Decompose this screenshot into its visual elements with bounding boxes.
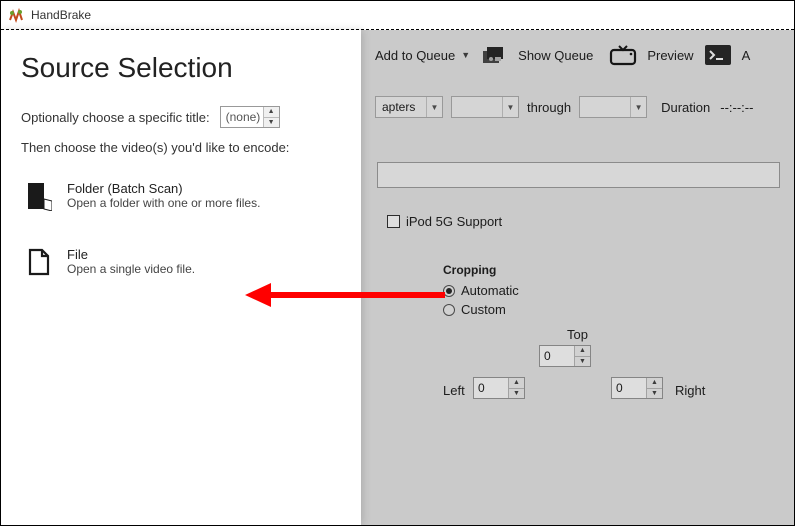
cropping-auto-radio[interactable] <box>443 285 455 297</box>
titlebar: HandBrake <box>1 1 794 29</box>
encode-hint: Then choose the video(s) you'd like to e… <box>21 140 341 155</box>
add-to-queue-button[interactable]: Add to Queue ▼ <box>375 48 470 63</box>
up-arrow-icon: ▲ <box>264 107 279 118</box>
range-start-dropdown[interactable]: ▼ <box>451 96 519 118</box>
queue-stack-icon[interactable] <box>480 44 508 66</box>
toolbar-extra-label: A <box>742 48 751 63</box>
up-arrow-icon: ▲ <box>575 346 590 357</box>
crop-left-spin[interactable]: 0 ▲▼ <box>473 377 525 399</box>
range-end-dropdown[interactable]: ▼ <box>579 96 647 118</box>
cropping-custom-label: Custom <box>461 302 506 317</box>
app-title: HandBrake <box>31 8 91 22</box>
folder-subtitle: Open a folder with one or more files. <box>67 196 260 210</box>
duration-label: Duration <box>661 100 710 115</box>
source-path-field[interactable] <box>377 162 780 188</box>
show-queue-button[interactable]: Show Queue <box>518 48 593 63</box>
through-label: through <box>527 100 571 115</box>
chevron-down-icon: ▼ <box>461 50 470 60</box>
crop-top-spin[interactable]: 0 ▲▼ <box>539 345 591 367</box>
panel-title: Source Selection <box>21 52 341 84</box>
open-file-option[interactable]: File Open a single video file. <box>21 239 341 291</box>
tv-icon[interactable] <box>609 44 637 66</box>
folder-icon <box>25 181 53 211</box>
up-arrow-icon: ▲ <box>509 378 524 389</box>
ipod-checkbox[interactable] <box>387 215 400 228</box>
chevron-down-icon: ▼ <box>502 97 518 117</box>
file-icon <box>25 247 53 277</box>
cropping-auto-label: Automatic <box>461 283 519 298</box>
ipod-label: iPod 5G Support <box>406 214 502 229</box>
chevron-down-icon: ▼ <box>426 97 442 117</box>
crop-right-label: Right <box>675 383 705 398</box>
down-arrow-icon: ▼ <box>509 389 524 399</box>
crop-left-label: Left <box>443 383 465 398</box>
crop-top-label: Top <box>567 327 588 342</box>
chapters-dropdown[interactable]: apters ▼ <box>375 96 443 118</box>
down-arrow-icon: ▼ <box>575 357 590 367</box>
terminal-icon[interactable] <box>704 44 732 66</box>
crop-right-spin[interactable]: 0 ▲▼ <box>611 377 663 399</box>
file-subtitle: Open a single video file. <box>67 262 195 276</box>
folder-title: Folder (Batch Scan) <box>67 181 260 196</box>
down-arrow-icon: ▼ <box>264 118 279 128</box>
duration-value: --:--:-- <box>720 100 753 115</box>
cropping-custom-radio[interactable] <box>443 304 455 316</box>
source-selection-panel: Source Selection Optionally choose a spe… <box>1 30 361 525</box>
handbrake-window: HandBrake Add to Queue ▼ <box>0 0 795 526</box>
open-folder-option[interactable]: Folder (Batch Scan) Open a folder with o… <box>21 173 341 225</box>
specific-title-spin[interactable]: (none) ▲▼ <box>220 106 280 128</box>
file-title: File <box>67 247 195 262</box>
specific-title-label: Optionally choose a specific title: <box>21 110 210 125</box>
up-arrow-icon: ▲ <box>647 378 662 389</box>
chevron-down-icon: ▼ <box>630 97 646 117</box>
app-icon <box>7 6 25 24</box>
preview-button[interactable]: Preview <box>647 48 693 63</box>
down-arrow-icon: ▼ <box>647 389 662 399</box>
cropping-header: Cropping <box>443 263 794 277</box>
